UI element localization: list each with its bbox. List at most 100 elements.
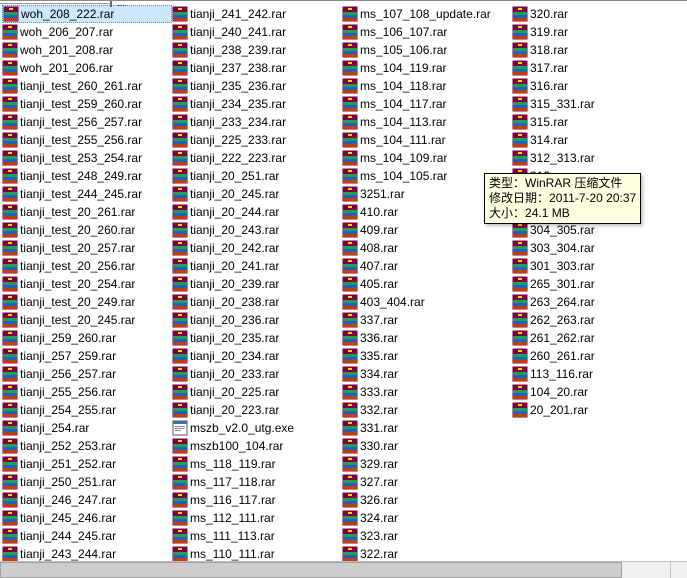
file-item[interactable]: tianji_20_233.rar bbox=[172, 365, 342, 383]
file-item[interactable]: tianji_256_257.rar bbox=[2, 365, 172, 383]
file-list-pane[interactable]: ... woh_208_222.rarwoh_206_207.rarwoh_20… bbox=[0, 0, 687, 578]
file-item[interactable]: tianji_244_245.rar bbox=[2, 527, 172, 545]
file-item[interactable]: ms_104_109.rar bbox=[342, 149, 512, 167]
file-item[interactable]: ms_112_111.rar bbox=[172, 509, 342, 527]
file-item[interactable]: 405.rar bbox=[342, 275, 512, 293]
file-item[interactable]: 315.rar bbox=[512, 113, 682, 131]
file-item[interactable]: ms_116_117.rar bbox=[172, 491, 342, 509]
file-item[interactable]: ms_104_113.rar bbox=[342, 113, 512, 131]
file-item[interactable]: 324.rar bbox=[342, 509, 512, 527]
file-item[interactable]: 314.rar bbox=[512, 131, 682, 149]
file-item[interactable]: tianji_test_20_256.rar bbox=[2, 257, 172, 275]
file-item[interactable]: tianji_20_251.rar bbox=[172, 167, 342, 185]
file-item[interactable]: 265_301.rar bbox=[512, 275, 682, 293]
file-item[interactable]: ms_111_113.rar bbox=[172, 527, 342, 545]
file-item[interactable]: tianji_test_259_260.rar bbox=[2, 95, 172, 113]
file-item[interactable]: tianji_246_247.rar bbox=[2, 491, 172, 509]
file-item[interactable]: 316.rar bbox=[512, 77, 682, 95]
file-item[interactable]: 301_303.rar bbox=[512, 257, 682, 275]
file-item[interactable]: tianji_234_235.rar bbox=[172, 95, 342, 113]
file-item[interactable]: 336.rar bbox=[342, 329, 512, 347]
file-item[interactable]: tianji_238_239.rar bbox=[172, 41, 342, 59]
file-item[interactable]: tianji_20_245.rar bbox=[172, 185, 342, 203]
file-item[interactable]: 318.rar bbox=[512, 41, 682, 59]
file-item[interactable]: 323.rar bbox=[342, 527, 512, 545]
file-item[interactable]: tianji_test_20_249.rar bbox=[2, 293, 172, 311]
file-item[interactable]: tianji_test_20_254.rar bbox=[2, 275, 172, 293]
file-item[interactable]: tianji_20_239.rar bbox=[172, 275, 342, 293]
file-item[interactable]: tianji_245_246.rar bbox=[2, 509, 172, 527]
file-item[interactable]: tianji_test_20_261.rar bbox=[2, 203, 172, 221]
file-item[interactable]: tianji_test_20_245.rar bbox=[2, 311, 172, 329]
file-item[interactable]: tianji_20_241.rar bbox=[172, 257, 342, 275]
file-item[interactable]: tianji_20_242.rar bbox=[172, 239, 342, 257]
file-item[interactable]: tianji_20_236.rar bbox=[172, 311, 342, 329]
file-item[interactable]: tianji_20_243.rar bbox=[172, 221, 342, 239]
file-item[interactable]: ms_117_118.rar bbox=[172, 473, 342, 491]
file-item[interactable]: tianji_20_235.rar bbox=[172, 329, 342, 347]
file-item[interactable]: ms_104_118.rar bbox=[342, 77, 512, 95]
file-item[interactable]: 315_331.rar bbox=[512, 95, 682, 113]
file-item[interactable]: tianji_test_260_261.rar bbox=[2, 77, 172, 95]
file-item[interactable]: woh_208_222.rar bbox=[2, 5, 172, 23]
file-item[interactable]: 329.rar bbox=[342, 455, 512, 473]
file-item[interactable]: tianji_test_256_257.rar bbox=[2, 113, 172, 131]
file-item[interactable]: woh_206_207.rar bbox=[2, 23, 172, 41]
file-item[interactable]: tianji_20_223.rar bbox=[172, 401, 342, 419]
file-item[interactable]: 334.rar bbox=[342, 365, 512, 383]
file-item[interactable]: 403_404.rar bbox=[342, 293, 512, 311]
file-item[interactable]: ms_104_111.rar bbox=[342, 131, 512, 149]
file-item[interactable]: tianji_240_241.rar bbox=[172, 23, 342, 41]
file-item[interactable]: 330.rar bbox=[342, 437, 512, 455]
file-item[interactable]: tianji_233_234.rar bbox=[172, 113, 342, 131]
file-item[interactable]: tianji_254.rar bbox=[2, 419, 172, 437]
file-item[interactable]: 407.rar bbox=[342, 257, 512, 275]
horizontal-scrollbar[interactable] bbox=[0, 561, 671, 578]
file-item[interactable]: woh_201_206.rar bbox=[2, 59, 172, 77]
file-item[interactable]: 337.rar bbox=[342, 311, 512, 329]
file-item[interactable]: ms_106_107.rar bbox=[342, 23, 512, 41]
file-item[interactable]: 260_261.rar bbox=[512, 347, 682, 365]
file-item[interactable]: 326.rar bbox=[342, 491, 512, 509]
file-item[interactable]: 262_263.rar bbox=[512, 311, 682, 329]
file-item[interactable]: 303_304.rar bbox=[512, 239, 682, 257]
file-item[interactable]: ms_104_117.rar bbox=[342, 95, 512, 113]
scrollbar-thumb[interactable] bbox=[0, 562, 622, 578]
file-item[interactable]: 335.rar bbox=[342, 347, 512, 365]
file-item[interactable]: tianji_test_20_260.rar bbox=[2, 221, 172, 239]
file-item[interactable]: tianji_237_238.rar bbox=[172, 59, 342, 77]
file-item[interactable]: tianji_252_253.rar bbox=[2, 437, 172, 455]
file-item[interactable]: ms_118_119.rar bbox=[172, 455, 342, 473]
column-divider[interactable]: ... bbox=[0, 1, 112, 7]
file-item[interactable]: 331.rar bbox=[342, 419, 512, 437]
file-item[interactable]: tianji_test_253_254.rar bbox=[2, 149, 172, 167]
file-item[interactable]: mszb100_104.rar bbox=[172, 437, 342, 455]
file-item[interactable]: 327.rar bbox=[342, 473, 512, 491]
file-item[interactable]: tianji_20_225.rar bbox=[172, 383, 342, 401]
file-item[interactable]: ms_104_119.rar bbox=[342, 59, 512, 77]
file-item[interactable]: 333.rar bbox=[342, 383, 512, 401]
file-item[interactable]: tianji_test_255_256.rar bbox=[2, 131, 172, 149]
file-item[interactable]: 312_313.rar bbox=[512, 149, 682, 167]
file-item[interactable]: 20_201.rar bbox=[512, 401, 682, 419]
file-item[interactable]: tianji_251_252.rar bbox=[2, 455, 172, 473]
file-item[interactable]: tianji_20_244.rar bbox=[172, 203, 342, 221]
file-item[interactable]: tianji_255_256.rar bbox=[2, 383, 172, 401]
file-item[interactable]: 317.rar bbox=[512, 59, 682, 77]
file-item[interactable]: tianji_250_251.rar bbox=[2, 473, 172, 491]
file-item[interactable]: tianji_259_260.rar bbox=[2, 329, 172, 347]
file-item[interactable]: 320.rar bbox=[512, 5, 682, 23]
file-item[interactable]: tianji_test_244_245.rar bbox=[2, 185, 172, 203]
file-item[interactable]: 113_116.rar bbox=[512, 365, 682, 383]
file-item[interactable]: ms_107_108_update.rar bbox=[342, 5, 512, 23]
file-item[interactable]: woh_201_208.rar bbox=[2, 41, 172, 59]
file-item[interactable]: tianji_225_233.rar bbox=[172, 131, 342, 149]
file-item[interactable]: ms_105_106.rar bbox=[342, 41, 512, 59]
file-item[interactable]: mszb_v2.0_utg.exe bbox=[172, 419, 342, 437]
file-item[interactable]: tianji_222_223.rar bbox=[172, 149, 342, 167]
file-item[interactable]: tianji_254_255.rar bbox=[2, 401, 172, 419]
file-item[interactable]: tianji_257_259.rar bbox=[2, 347, 172, 365]
file-item[interactable]: tianji_test_248_249.rar bbox=[2, 167, 172, 185]
file-item[interactable]: tianji_235_236.rar bbox=[172, 77, 342, 95]
file-item[interactable]: tianji_241_242.rar bbox=[172, 5, 342, 23]
